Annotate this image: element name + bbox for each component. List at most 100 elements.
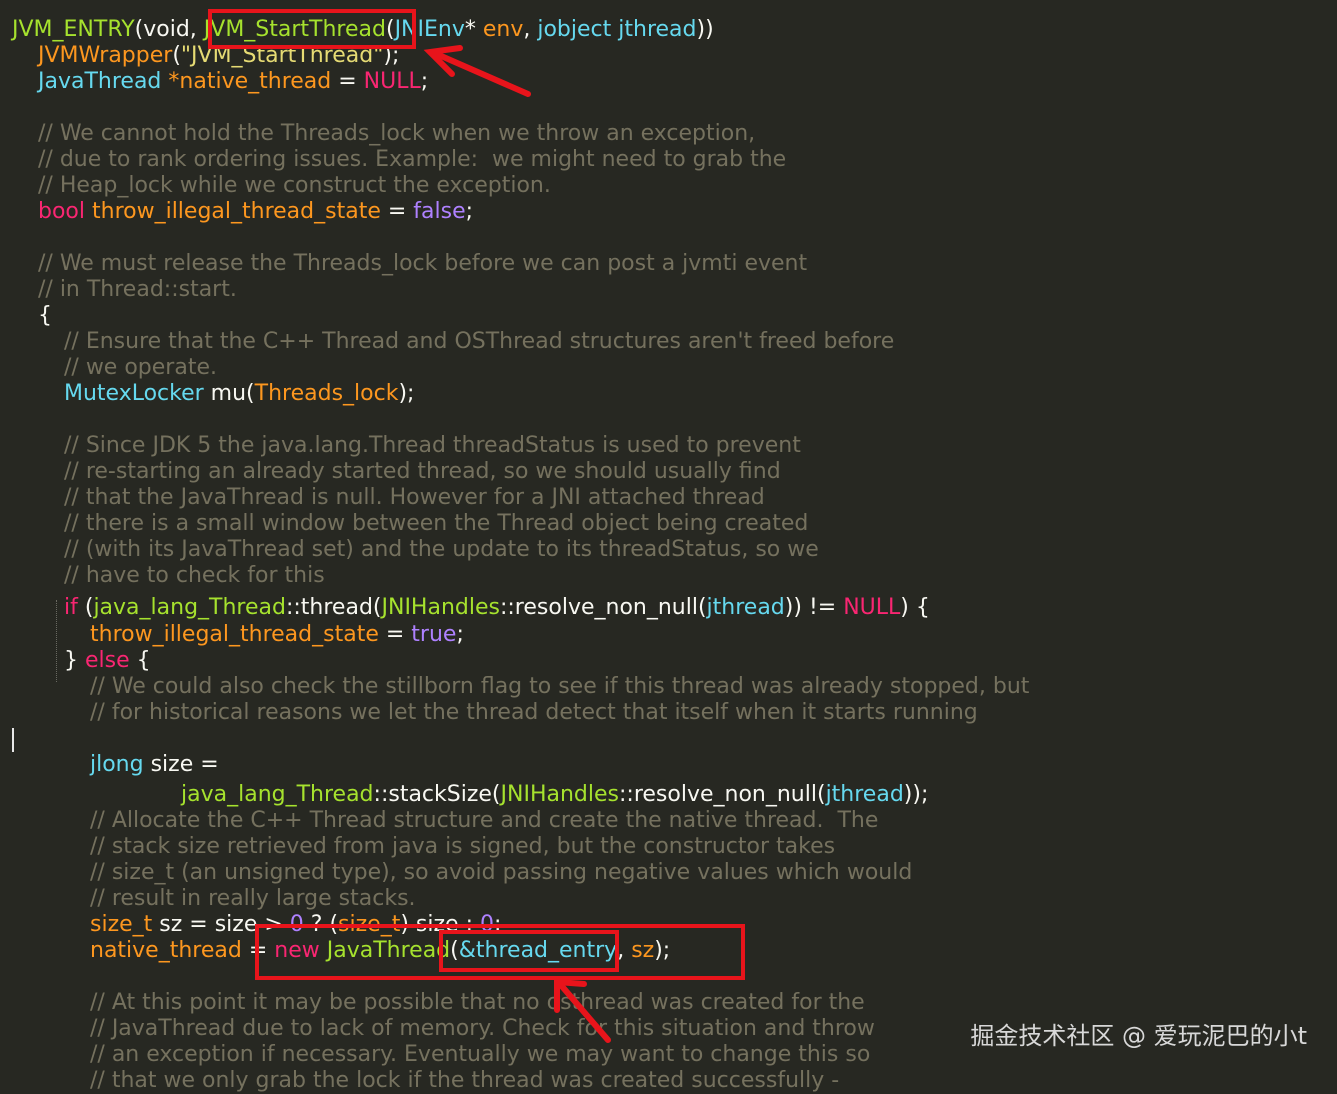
code-token: jthread [825,782,904,807]
code-token: // size_t (an unsigned type), so avoid p… [90,860,913,885]
code-token: // We must release the Threads_lock befo… [38,251,808,276]
code-line: java_lang_Thread::stackSize(JNIHandles::… [181,782,928,808]
code-token: , [523,17,538,42]
code-token: ; [493,912,502,937]
code-token: (void, [134,17,204,42]
code-token: // an exception if necessary. Eventually… [90,1042,871,1067]
code-token: ; [465,199,474,224]
code-token: 0 [289,912,304,937]
code-token: { [38,303,52,328]
code-line: // Heap_lock while we construct the exce… [38,173,551,199]
code-token: // in Thread::start. [38,277,237,302]
code-line: // that we only grab the lock if the thr… [90,1068,839,1094]
text-cursor [12,728,14,752]
code-token: // we operate. [64,355,217,380]
code-token: // that the JavaThread is null. However … [64,485,765,510]
watermark: 掘金技术社区 @ 爱玩泥巴的小t [970,1022,1307,1050]
code-token: Threads_lock [254,381,399,406]
code-token: JavaThread [38,69,162,94]
code-token: , [617,938,632,963]
code-token: false [413,199,466,224]
code-token: // JavaThread due to lack of memory. Che… [90,1016,875,1041]
code-line: // We must release the Threads_lock befo… [38,251,807,277]
code-line: // JavaThread due to lack of memory. Che… [90,1016,875,1042]
code-token: // due to rank ordering issues. Example:… [38,147,787,172]
code-token: ? ( [303,912,339,937]
code-token: // Since JDK 5 the java.lang.Thread thre… [64,433,801,458]
code-token: ; [420,69,429,94]
code-token: // re-starting an already started thread… [64,459,781,484]
code-token: JNIHandles [381,595,500,620]
code-token: *native_thread [168,69,332,94]
code-token: jobject [537,17,612,42]
code-token: // for historical reasons we let the thr… [90,700,978,725]
code-token: MutexLocker [64,381,204,406]
indent-guide [56,600,57,682]
code-token: sz [631,938,655,963]
code-line: jlong size = [90,752,219,778]
code-line: native_thread = new JavaThread(&thread_e… [90,938,670,964]
code-token: throw_illegal_thread_state [92,199,381,224]
code-token: // Allocate the C++ Thread structure and… [90,808,879,833]
code-line: // Ensure that the C++ Thread and OSThre… [64,329,894,355]
code-token: )) != [784,595,844,620]
code-line: // have to check for this [64,563,325,589]
code-token: throw_illegal_thread_state [90,622,379,647]
code-line: // (with its JavaThread set) and the upd… [64,537,819,563]
code-token: // that we only grab the lock if the thr… [90,1068,840,1093]
code-line: // in Thread::start. [38,277,237,303]
code-line: // size_t (an unsigned type), so avoid p… [90,860,912,886]
code-token: jlong [90,752,144,777]
code-line: } else { [64,648,151,674]
code-token: = [380,199,414,224]
code-line: // Since JDK 5 the java.lang.Thread thre… [64,433,801,459]
code-token: sz = size > [152,912,290,937]
code-line: size_t sz = size > 0 ? (size_t) size : 0… [90,912,501,938]
code-token: true [411,622,457,647]
code-token: jthread [618,17,697,42]
code-token: = [241,938,275,963]
code-token: JNIHandles [500,782,619,807]
code-line: JVM_ENTRY(void, JVM_StartThread(JNIEnv* … [12,17,714,43]
code-token: // stack size retrieved from java is sig… [90,834,836,859]
code-editor[interactable]: JVM_ENTRY(void, JVM_StartThread(JNIEnv* … [0,0,1337,1093]
code-line: // that the JavaThread is null. However … [64,485,765,511]
code-token: // We could also check the stillborn fla… [90,674,1030,699]
code-line: // we operate. [64,355,217,381]
code-token: JavaThread [326,938,451,963]
code-token: // We cannot hold the Threads_lock when … [38,121,756,146]
code-line: // At this point it may be possible that… [90,990,865,1016]
code-token: java_lang_Thread [93,595,286,620]
code-line: // due to rank ordering issues. Example:… [38,147,786,173]
code-line: // We cannot hold the Threads_lock when … [38,121,755,147]
code-token: size = [143,752,219,777]
code-token: new [274,938,320,963]
code-token: JVMWrapper [38,43,173,68]
code-line: // We could also check the stillborn fla… [90,674,1029,700]
code-token: // there is a small window between the T… [64,511,809,536]
code-line: // for historical reasons we let the thr… [90,700,978,726]
code-line: // stack size retrieved from java is sig… [90,834,835,860]
code-token: JVM_StartThread [203,17,386,42]
code-token: ) size : [400,912,480,937]
code-token: ); [383,43,400,68]
code-line: // Allocate the C++ Thread structure and… [90,808,878,834]
code-token: size_t [90,912,153,937]
code-line: MutexLocker mu(Threads_lock); [64,381,414,407]
code-token: ); [398,381,415,406]
code-token: )) [696,17,714,42]
code-line: // result in really large stacks. [90,886,416,912]
code-token: } [64,648,85,673]
code-token: * [464,17,483,42]
code-token: ) { [900,595,930,620]
code-token: = [378,622,412,647]
code-token: bool [38,199,85,224]
code-token: ::resolve_non_null( [499,595,707,620]
code-token: // At this point it may be possible that… [90,990,865,1015]
code-token: ::resolve_non_null( [619,782,826,807]
code-token: // have to check for this [64,563,325,588]
code-token: mu( [203,381,255,406]
code-token: ( [385,17,395,42]
